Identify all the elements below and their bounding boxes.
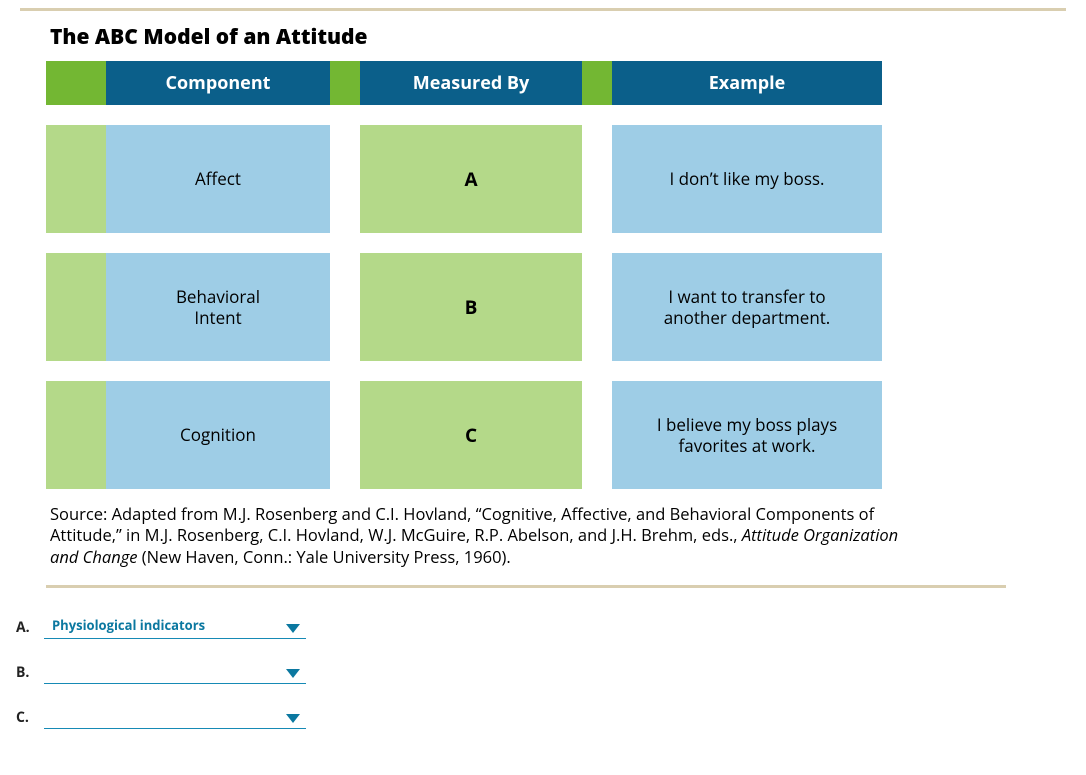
answer-dropdown-b[interactable] [44,665,306,684]
table-row: Affect A I don’t like my boss. [46,125,1006,233]
cell-component: Behavioral Intent [106,253,330,361]
cell-measured-by: C [360,381,582,489]
cell-measured-by: B [360,253,582,361]
header-gap-2 [582,61,612,105]
row-stub [46,253,106,361]
answer-row-c: C. [16,708,1086,729]
row-stub [46,125,106,233]
cell-example: I don’t like my boss. [612,125,882,233]
abc-model-figure: The ABC Model of an Attitude Component M… [46,23,1006,588]
answer-dropdown-c[interactable] [44,710,306,729]
table-header: Component Measured By Example [46,61,1006,105]
cell-example: I believe my boss plays favorites at wor… [612,381,882,489]
row-stub [46,381,106,489]
chevron-down-icon [286,714,300,724]
header-gap-1 [330,61,360,105]
cell-measured-by: A [360,125,582,233]
header-example: Example [612,61,882,105]
top-divider [20,8,1066,11]
bottom-divider [46,585,1006,588]
header-stub [46,61,106,105]
answer-row-a: A. Physiological indicators [16,616,1086,639]
answer-block: A. Physiological indicators B. C. [16,616,1086,729]
answer-label: B. [16,663,44,684]
answer-row-b: B. [16,663,1086,684]
dropdown-selected-value: Physiological indicators [52,616,205,634]
header-measured-by: Measured By [360,61,582,105]
chevron-down-icon [286,669,300,679]
answer-label: A. [16,618,44,639]
table-row: Behavioral Intent B I want to transfer t… [46,253,1006,361]
chevron-down-icon [286,624,300,634]
answer-label: C. [16,708,44,729]
table-row: Cognition C I believe my boss plays favo… [46,381,1006,489]
answer-dropdown-a[interactable]: Physiological indicators [44,616,306,639]
cell-component: Affect [106,125,330,233]
figure-source: Source: Adapted from M.J. Rosenberg and … [50,503,910,567]
source-text-2: (New Haven, Conn.: Yale University Press… [137,545,510,568]
cell-component: Cognition [106,381,330,489]
figure-title: The ABC Model of an Attitude [50,23,1006,51]
cell-example: I want to transfer to another department… [612,253,882,361]
header-component: Component [106,61,330,105]
